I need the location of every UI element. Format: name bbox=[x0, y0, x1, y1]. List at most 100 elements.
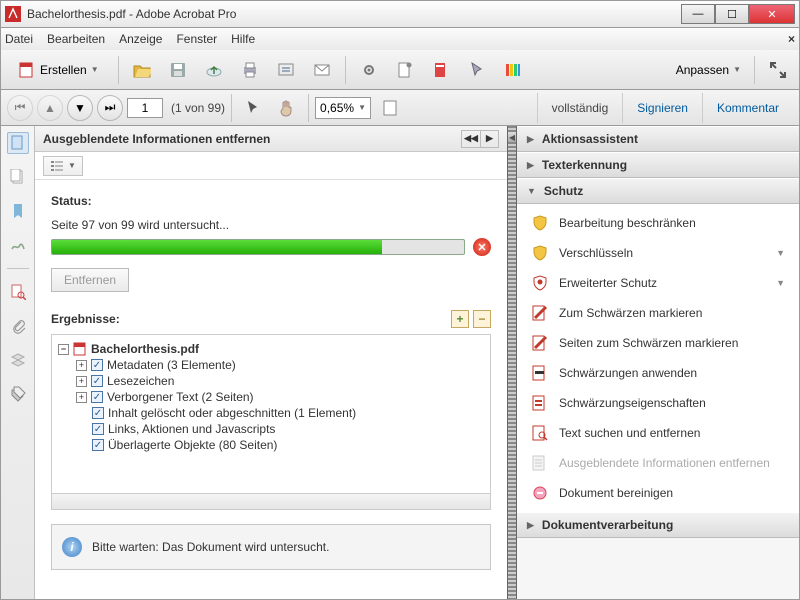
results-label: Ergebnisse: bbox=[51, 312, 120, 326]
fullscreen-button[interactable] bbox=[763, 56, 793, 84]
shield-icon bbox=[532, 245, 548, 261]
prev-page-button[interactable]: ▲ bbox=[37, 95, 63, 121]
cloud-button[interactable] bbox=[199, 56, 229, 84]
customize-button[interactable]: Anpassen▼ bbox=[671, 56, 746, 84]
splitter[interactable]: ◀ bbox=[507, 126, 517, 599]
tree-item[interactable]: Verborgener Text (2 Seiten) bbox=[107, 390, 254, 404]
schutz-restrict[interactable]: Bearbeitung beschränken bbox=[517, 208, 799, 238]
menu-anzeige[interactable]: Anzeige bbox=[119, 32, 162, 46]
checkbox-icon[interactable]: ✓ bbox=[91, 391, 103, 403]
pdf-file-icon bbox=[73, 342, 87, 356]
close-button[interactable]: ✕ bbox=[749, 4, 795, 24]
hand-tool[interactable] bbox=[272, 94, 302, 122]
rail-attachments[interactable] bbox=[7, 315, 29, 337]
form-icon bbox=[432, 61, 450, 79]
minimize-button[interactable]: — bbox=[681, 4, 715, 24]
redact-props-icon bbox=[532, 395, 548, 411]
layers-icon bbox=[10, 352, 26, 368]
maximize-button[interactable]: ☐ bbox=[715, 4, 749, 24]
chevron-down-icon: ▼ bbox=[776, 248, 785, 258]
print-button[interactable] bbox=[235, 56, 265, 84]
checkbox-icon[interactable]: ✓ bbox=[92, 407, 104, 419]
rail-tags[interactable] bbox=[7, 383, 29, 405]
tree-collapse-icon[interactable]: − bbox=[58, 344, 69, 355]
tree-item[interactable]: Metadaten (3 Elemente) bbox=[107, 358, 236, 372]
select-tool[interactable] bbox=[238, 94, 268, 122]
first-page-button[interactable]: ⏮ bbox=[7, 95, 33, 121]
tree-item[interactable]: Links, Aktionen und Javascripts bbox=[108, 422, 275, 436]
rail-pages[interactable] bbox=[7, 166, 29, 188]
chevron-right-icon: ▶ bbox=[527, 520, 534, 531]
schutz-redact-props[interactable]: Schwärzungseigenschaften bbox=[517, 388, 799, 418]
menu-collapse-icon[interactable]: × bbox=[788, 32, 795, 46]
zoom-select[interactable]: 0,65%▼ bbox=[315, 97, 371, 119]
create-button[interactable]: Erstellen▼ bbox=[7, 56, 110, 84]
schutz-find-remove[interactable]: Text suchen und entfernen bbox=[517, 418, 799, 448]
cancel-button[interactable]: ✕ bbox=[473, 238, 491, 256]
tree-item[interactable]: Überlagerte Objekte (80 Seiten) bbox=[108, 438, 277, 452]
tab-signieren[interactable]: Signieren bbox=[622, 93, 702, 123]
schutz-items: Bearbeitung beschränken Verschlüsseln▼ E… bbox=[517, 204, 799, 512]
horizontal-scrollbar[interactable] bbox=[51, 494, 491, 510]
schutz-advanced[interactable]: Erweiterter Schutz▼ bbox=[517, 268, 799, 298]
page-input[interactable] bbox=[127, 98, 163, 118]
schutz-sanitize[interactable]: Dokument bereinigen bbox=[517, 478, 799, 508]
rail-signatures[interactable] bbox=[7, 234, 29, 256]
folder-open-icon bbox=[133, 61, 151, 79]
checkbox-icon[interactable]: ✓ bbox=[91, 375, 103, 387]
page-fit-icon bbox=[381, 99, 399, 117]
section-texterkennung[interactable]: ▶Texterkennung bbox=[517, 152, 799, 178]
zoom-tools[interactable] bbox=[375, 94, 405, 122]
checkbox-icon[interactable]: ✓ bbox=[92, 439, 104, 451]
redact-pages-icon bbox=[532, 335, 548, 351]
tree-item[interactable]: Inhalt gelöscht oder abgeschnitten (1 El… bbox=[108, 406, 356, 420]
next-page-button[interactable]: ▼ bbox=[67, 95, 93, 121]
tab-kommentar[interactable]: Kommentar bbox=[702, 93, 793, 123]
tree-expand-icon[interactable]: + bbox=[76, 360, 87, 371]
mail-icon bbox=[313, 61, 331, 79]
expand-all-button[interactable]: + bbox=[451, 310, 469, 328]
save-button[interactable] bbox=[163, 56, 193, 84]
section-dokumentverarbeitung[interactable]: ▶Dokumentverarbeitung bbox=[517, 512, 799, 538]
multimedia-button[interactable] bbox=[498, 56, 528, 84]
tree-item[interactable]: Lesezeichen bbox=[107, 374, 174, 388]
pane-back-button[interactable]: ◀◀ bbox=[462, 131, 480, 147]
schutz-mark-pages[interactable]: Seiten zum Schwärzen markieren bbox=[517, 328, 799, 358]
menu-bearbeiten[interactable]: Bearbeiten bbox=[47, 32, 105, 46]
sanitize-icon bbox=[532, 485, 548, 501]
email-button[interactable] bbox=[307, 56, 337, 84]
nav-toolbar: ⏮ ▲ ▼ ⏭ (1 von 99) 0,65%▼ vollständig Si… bbox=[0, 90, 800, 126]
pane-forward-button[interactable]: ▶ bbox=[480, 131, 498, 147]
tree-expand-icon[interactable]: + bbox=[76, 392, 87, 403]
section-aktionsassistent[interactable]: ▶Aktionsassistent bbox=[517, 126, 799, 152]
rail-layers[interactable] bbox=[7, 349, 29, 371]
results-tree[interactable]: − Bachelorthesis.pdf +✓Metadaten (3 Elem… bbox=[51, 334, 491, 494]
export-button[interactable] bbox=[354, 56, 384, 84]
tree-expand-icon[interactable]: + bbox=[76, 376, 87, 387]
checkbox-icon[interactable]: ✓ bbox=[91, 359, 103, 371]
form-button[interactable] bbox=[426, 56, 456, 84]
menu-datei[interactable]: Datei bbox=[5, 32, 33, 46]
window-title: Bachelorthesis.pdf - Adobe Acrobat Pro bbox=[27, 7, 681, 21]
cursor-icon bbox=[468, 61, 486, 79]
bookmark-icon bbox=[10, 203, 26, 219]
pane-options-button[interactable]: ▼ bbox=[43, 156, 83, 176]
edit-text-button[interactable] bbox=[462, 56, 492, 84]
rail-bookmarks[interactable] bbox=[7, 200, 29, 222]
last-page-button[interactable]: ⏭ bbox=[97, 95, 123, 121]
open-button[interactable] bbox=[127, 56, 157, 84]
checkbox-icon[interactable]: ✓ bbox=[92, 423, 104, 435]
rail-thumbnails[interactable] bbox=[7, 132, 29, 154]
schutz-mark-redact[interactable]: Zum Schwärzen markieren bbox=[517, 298, 799, 328]
section-schutz[interactable]: ▼Schutz bbox=[517, 178, 799, 204]
doc-button[interactable] bbox=[390, 56, 420, 84]
window-titlebar: Bachelorthesis.pdf - Adobe Acrobat Pro —… bbox=[0, 0, 800, 28]
menu-fenster[interactable]: Fenster bbox=[176, 32, 217, 46]
collapse-all-button[interactable]: − bbox=[473, 310, 491, 328]
tab-vollstaendig[interactable]: vollständig bbox=[537, 93, 623, 123]
schutz-apply-redact[interactable]: Schwärzungen anwenden bbox=[517, 358, 799, 388]
rail-search[interactable] bbox=[7, 281, 29, 303]
schutz-encrypt[interactable]: Verschlüsseln▼ bbox=[517, 238, 799, 268]
share-button[interactable] bbox=[271, 56, 301, 84]
menu-hilfe[interactable]: Hilfe bbox=[231, 32, 255, 46]
